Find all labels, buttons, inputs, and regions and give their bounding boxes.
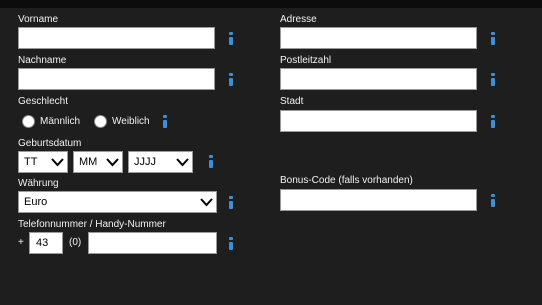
geschlecht-info-icon[interactable] [162, 115, 167, 128]
stadt-field[interactable] [280, 110, 477, 132]
phone-country-code-field[interactable]: 43 [29, 232, 63, 254]
waehrung-info-icon[interactable] [228, 196, 233, 209]
adresse-info-icon[interactable] [490, 32, 495, 45]
postleitzahl-info-icon[interactable] [490, 73, 495, 86]
currency-select-value: Euro [24, 196, 48, 208]
gender-male-radio[interactable] [22, 115, 35, 128]
waehrung-label: Währung [18, 178, 59, 189]
nachname-field[interactable] [18, 68, 215, 90]
phone-trunk-prefix: (0) [69, 237, 82, 248]
chevron-down-icon [51, 158, 64, 167]
chevron-down-icon [106, 158, 119, 167]
geschlecht-label: Geschlecht [18, 96, 69, 107]
vorname-label: Vorname [18, 14, 59, 25]
phone-country-code-value: 43 [36, 237, 49, 249]
year-select[interactable]: JJJJ [128, 151, 193, 173]
stadt-label: Stadt [280, 96, 304, 107]
postleitzahl-field[interactable] [280, 68, 477, 90]
vorname-field[interactable] [18, 27, 215, 49]
top-bar [0, 0, 542, 8]
phone-number-field[interactable] [88, 232, 217, 254]
chevron-down-icon [200, 198, 213, 207]
phone-plus: + [18, 237, 24, 248]
bonus-code-field[interactable] [280, 189, 477, 211]
nachname-info-icon[interactable] [228, 73, 233, 86]
day-select-value: TT [24, 156, 38, 168]
telefon-label: Telefonnummer / Handy-Nummer [18, 219, 166, 230]
bonus-code-info-icon[interactable] [490, 194, 495, 207]
nachname-label: Nachname [18, 55, 67, 66]
adresse-label: Adresse [280, 14, 317, 25]
telefon-info-icon[interactable] [228, 237, 233, 250]
day-select[interactable]: TT [18, 151, 68, 173]
year-select-value: JJJJ [134, 156, 156, 168]
gender-female-label: Weiblich [112, 116, 150, 127]
adresse-field[interactable] [280, 27, 477, 49]
chevron-down-icon [176, 158, 189, 167]
geburtsdatum-label: Geburtsdatum [18, 138, 82, 149]
stadt-info-icon[interactable] [490, 115, 495, 128]
gender-female-radio[interactable] [94, 115, 107, 128]
bonus-code-label: Bonus-Code (falls vorhanden) [280, 175, 413, 186]
postleitzahl-label: Postleitzahl [280, 55, 332, 66]
month-select[interactable]: MM [73, 151, 123, 173]
currency-select[interactable]: Euro [18, 191, 217, 213]
geburtsdatum-info-icon[interactable] [208, 155, 213, 168]
vorname-info-icon[interactable] [228, 32, 233, 45]
gender-male-label: Männlich [40, 116, 81, 127]
month-select-value: MM [79, 156, 98, 168]
